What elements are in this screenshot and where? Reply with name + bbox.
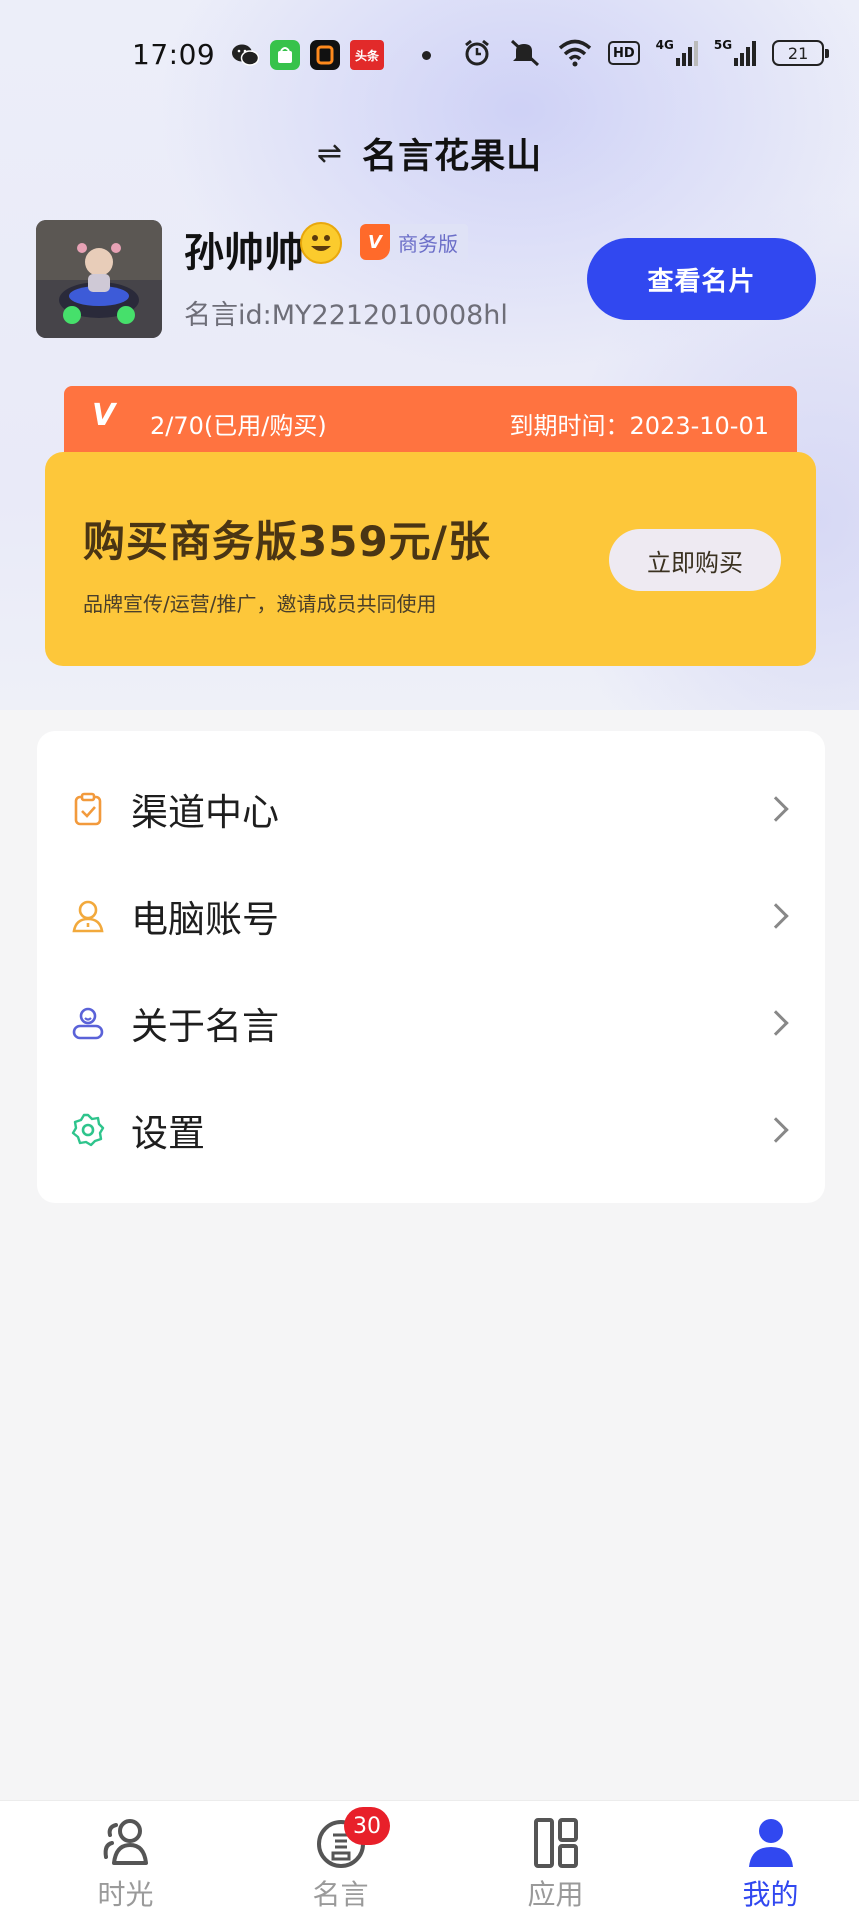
status-time: 17:09 — [132, 38, 216, 71]
chevron-right-icon — [763, 902, 789, 929]
menu-item-label: 渠道中心 — [131, 790, 279, 834]
nav-tab-apps[interactable]: 应用 — [448, 1801, 663, 1920]
vip-badge-label: 商务版 — [398, 231, 458, 256]
chevron-right-icon — [763, 1116, 789, 1143]
menu-item-label: 关于名言 — [131, 1004, 279, 1048]
battery-indicator: 21 — [772, 40, 830, 66]
bracket-app-icon — [310, 40, 340, 70]
chevron-right-icon — [763, 795, 789, 822]
menu-item-channel-center[interactable]: 渠道中心 — [37, 755, 825, 862]
view-card-button[interactable]: 查看名片 — [587, 238, 816, 320]
nav-label: 我的 — [742, 1878, 799, 1911]
nav-tab-mine[interactable]: 我的 — [663, 1801, 859, 1920]
person-filled-icon — [743, 1817, 799, 1869]
toutiao-icon: 头条 — [350, 40, 384, 70]
vip-badge: V 商务版 — [360, 224, 468, 260]
nav-label: 时光 — [97, 1878, 154, 1911]
menu-card: 渠道中心 电脑账号 关于名言 设置 — [37, 731, 825, 1203]
purchase-description: 品牌宣传/运营/推广，邀请成员共同使用 — [83, 592, 437, 616]
switch-icon[interactable]: ⇌ — [317, 136, 342, 171]
battery-level: 21 — [787, 43, 809, 63]
usage-count: 2/70(已用/购买) — [150, 412, 327, 440]
more-notifications-dot — [422, 50, 431, 60]
user-id: 名言id:MY2212010008hl — [184, 300, 508, 331]
nav-tab-quotes[interactable]: 名言 — [233, 1801, 448, 1920]
clipboard-check-icon — [71, 792, 105, 826]
person-badge-icon — [71, 1006, 105, 1040]
hd-label: HD — [613, 45, 635, 61]
menu-item-label: 电脑账号 — [131, 897, 279, 941]
vip-icon: V — [92, 398, 116, 433]
notification-icons: 头条 — [230, 40, 431, 70]
menu-item-pc-account[interactable]: 电脑账号 — [37, 862, 825, 969]
purchase-title: 购买商务版359元/张 — [83, 517, 492, 566]
org-header[interactable]: ⇌ 名言花果山 — [0, 125, 859, 181]
signal-4g-icon: 4G — [656, 38, 698, 68]
bottom-nav: 时光 名言 30 应用 我的 — [0, 1800, 859, 1920]
status-bar: 17:09 头条 HD 4G 5G 21 — [0, 30, 859, 80]
signal-5g-icon: 5G — [713, 38, 757, 68]
toutiao-label: 头条 — [354, 48, 379, 63]
mute-icon — [508, 38, 542, 68]
chevron-right-icon — [763, 1009, 789, 1036]
buy-now-button[interactable]: 立即购买 — [609, 529, 781, 591]
expiry-date: 到期时间：2023-10-01 — [509, 412, 769, 440]
smiley-emoji-icon — [300, 222, 342, 264]
nav-label: 名言 — [312, 1878, 369, 1911]
users-icon — [98, 1817, 154, 1869]
usage-bar: V 2/70(已用/购买) 到期时间：2023-10-01 — [64, 386, 797, 456]
menu-item-about[interactable]: 关于名言 — [37, 969, 825, 1076]
alarm-icon — [462, 38, 492, 68]
android-market-icon — [270, 40, 300, 70]
menu-item-settings[interactable]: 设置 — [37, 1076, 825, 1183]
nav-tab-time[interactable]: 时光 — [18, 1801, 233, 1920]
apps-grid-icon — [528, 1817, 584, 1869]
network-4g-label: 4G — [655, 38, 674, 52]
menu-item-label: 设置 — [131, 1111, 205, 1155]
gear-icon — [71, 1113, 105, 1147]
user-outline-icon — [71, 899, 105, 933]
avatar[interactable] — [36, 220, 162, 338]
wechat-icon — [230, 40, 260, 70]
nav-label: 应用 — [527, 1878, 584, 1911]
hd-icon: HD — [608, 41, 640, 65]
vip-logo-icon: V — [360, 224, 390, 260]
org-title[interactable]: 名言花果山 — [362, 128, 542, 179]
wifi-icon — [558, 38, 592, 68]
purchase-card[interactable]: 购买商务版359元/张 品牌宣传/运营/推广，邀请成员共同使用 立即购买 — [45, 452, 816, 666]
user-name: 孙帅帅 — [184, 230, 304, 276]
unread-badge: 30 — [344, 1807, 390, 1845]
system-icons: HD 4G 5G 21 — [462, 38, 830, 68]
network-5g-label: 5G — [713, 38, 733, 52]
